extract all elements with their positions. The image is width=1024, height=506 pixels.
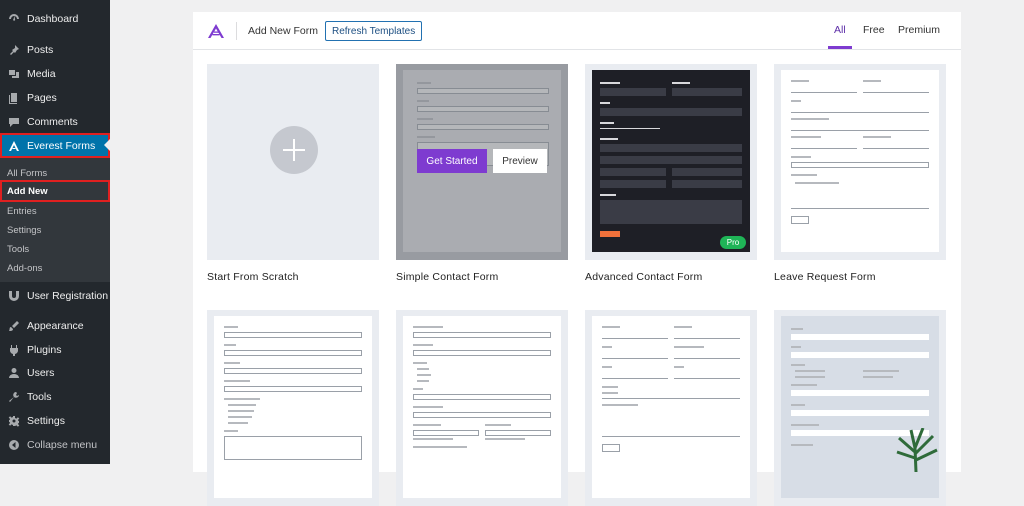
template-label: Leave Request Form [774,271,876,283]
pro-badge: Pro [720,236,746,249]
submenu-add-new[interactable]: Add New [0,180,110,202]
submenu-entries[interactable]: Entries [0,202,110,220]
dashboard-icon [6,12,22,26]
menu-label: Settings [27,415,65,427]
current-arrow [104,139,110,151]
menu-label: Media [27,68,56,80]
plus-icon[interactable] [270,126,318,174]
template-label: Advanced Contact Form [585,271,703,283]
template-panel: Add New Form Refresh Templates All Free … [193,12,961,506]
preview-button[interactable]: Preview [493,149,547,173]
settings-icon [6,414,22,428]
template-card[interactable] [774,310,946,506]
template-label: Start From Scratch [207,271,299,283]
tab-free[interactable]: Free [863,24,885,36]
everest-forms-submenu: All Forms Add New Entries Settings Tools… [0,158,110,282]
menu-item-comments[interactable]: Comments [0,110,110,134]
submenu-settings[interactable]: Settings [0,221,110,239]
menu-item-posts[interactable]: Posts [0,38,110,62]
menu-label: Appearance [27,320,84,332]
menu-label: Dashboard [27,13,79,25]
media-icon [6,67,22,81]
submenu-tools[interactable]: Tools [0,240,110,258]
tab-all[interactable]: All [834,24,846,36]
comment-icon [6,115,22,129]
menu-item-pages[interactable]: Pages [0,86,110,110]
menu-label: Posts [27,44,54,56]
wrench-icon [6,390,22,404]
everest-forms-icon [6,139,22,153]
form-preview [403,316,561,498]
menu-item-user-registration[interactable]: User Registration [0,284,110,308]
template-card[interactable] [207,310,379,506]
template-thumbnail [774,310,946,506]
menu-label: Plugins [27,344,62,356]
template-thumbnail: Pro [585,64,757,260]
menu-item-tools[interactable]: Tools [0,385,110,409]
template-label: Simple Contact Form [396,271,499,283]
template-card[interactable] [585,310,757,506]
template-header: Add New Form Refresh Templates All Free … [193,12,961,50]
template-thumbnail [396,310,568,506]
header-divider [236,22,237,40]
active-tab-indicator [828,46,852,49]
template-thumbnail [585,310,757,506]
menu-label: Pages [27,92,57,104]
template-thumbnail: Get Started Preview [396,64,568,260]
template-card-scratch[interactable] [207,64,379,260]
refresh-templates-button[interactable]: Refresh Templates [325,21,423,41]
menu-item-settings[interactable]: Settings [0,409,110,433]
users-icon [6,366,22,380]
submit-preview [600,231,620,237]
menu-label: Comments [27,116,78,128]
form-preview [214,316,372,498]
menu-item-plugins[interactable]: Plugins [0,338,110,362]
menu-item-users[interactable]: Users [0,361,110,385]
menu-item-appearance[interactable]: Appearance [0,314,110,338]
plant-icon [896,428,938,472]
menu-label: Collapse menu [27,439,98,451]
menu-label: Everest Forms [27,139,96,152]
menu-label: User Registration [27,290,109,302]
template-thumbnail [207,310,379,506]
user-registration-icon [6,289,22,303]
page-title: Add New Form [248,25,319,37]
pages-icon [6,91,22,105]
everest-forms-logo [208,24,224,38]
brush-icon [6,319,22,333]
template-card-leave-request[interactable] [774,64,946,260]
get-started-button[interactable]: Get Started [417,149,487,173]
form-preview: Pro [592,70,750,252]
template-thumbnail [207,64,379,260]
admin-sidebar: Dashboard Posts Media Pages Comments Eve… [0,0,110,464]
template-card-advanced-contact[interactable]: Pro [585,64,757,260]
pin-icon [6,43,22,57]
menu-item-dashboard[interactable]: Dashboard [0,7,110,31]
menu-item-everest-forms[interactable]: Everest Forms [0,133,110,158]
collapse-icon [6,438,22,452]
plugin-icon [6,343,22,357]
template-card-simple-contact[interactable]: Get Started Preview [396,64,568,260]
collapse-menu-button[interactable]: Collapse menu [0,433,110,457]
form-preview [781,316,939,498]
menu-label: Users [27,367,55,379]
template-thumbnail [774,64,946,260]
menu-item-media[interactable]: Media [0,62,110,86]
menu-label: Tools [27,391,52,403]
template-card[interactable] [396,310,568,506]
form-preview [592,316,750,498]
form-preview [781,70,939,252]
submenu-add-ons[interactable]: Add-ons [0,259,110,277]
tab-premium[interactable]: Premium [898,24,940,36]
